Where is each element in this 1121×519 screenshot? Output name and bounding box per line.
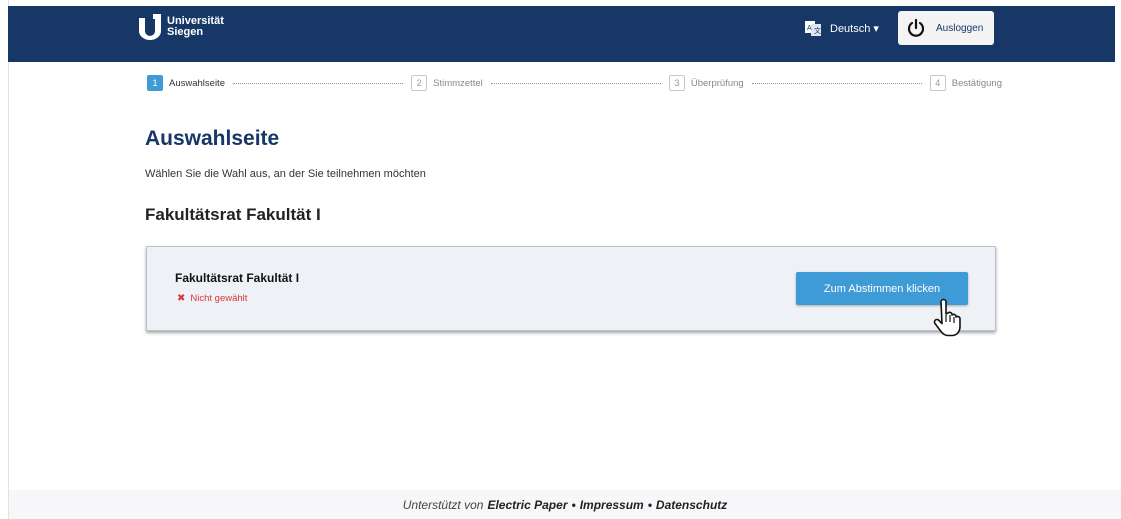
vote-status: ✖ Nicht gewählt — [177, 293, 247, 304]
footer-impressum-link[interactable]: Impressum — [580, 498, 644, 512]
hand-pointer-icon — [933, 298, 961, 337]
step-connector — [232, 82, 404, 84]
step-ueberpruefung: 3 Überprüfung — [668, 75, 744, 91]
step-number: 4 — [929, 75, 946, 91]
step-connector — [490, 82, 661, 84]
footer-separator: • — [571, 497, 576, 512]
step-label: Überprüfung — [690, 77, 744, 89]
step-label: Stimmzettel — [433, 77, 483, 89]
university-logo[interactable]: Universität Siegen — [138, 14, 224, 40]
election-card: Fakultätsrat Fakultät I ✖ Nicht gewählt … — [146, 246, 996, 331]
logout-label: Ausloggen — [936, 22, 984, 34]
power-icon — [907, 18, 925, 37]
step-label: Bestätigung — [951, 77, 1002, 89]
vote-status-label: Nicht gewählt — [190, 293, 248, 304]
progress-stepper: 1 Auswahlseite 2 Stimmzettel 3 Überprüfu… — [147, 74, 1002, 92]
footer-brand-link[interactable]: Electric Paper — [487, 498, 567, 512]
footer-separator: • — [647, 497, 652, 512]
step-label: Auswahlseite — [169, 77, 225, 89]
step-number: 1 — [147, 75, 163, 91]
svg-text:A: A — [807, 25, 812, 32]
svg-text:文: 文 — [814, 26, 821, 35]
cross-icon: ✖ — [177, 293, 186, 304]
step-number: 3 — [668, 75, 685, 91]
step-connector — [751, 82, 922, 84]
logo-icon — [138, 14, 162, 40]
step-number: 2 — [411, 75, 428, 91]
logo-line-2: Siegen — [167, 26, 204, 38]
step-bestaetigung: 4 Bestätigung — [929, 75, 1002, 91]
language-selector[interactable]: A 文 Deutsch ▾ — [804, 19, 879, 37]
logout-button[interactable]: Ausloggen — [898, 11, 994, 45]
footer-datenschutz-link[interactable]: Datenschutz — [656, 498, 727, 512]
step-auswahlseite: 1 Auswahlseite — [147, 75, 225, 91]
page-subtitle: Wählen Sie die Wahl aus, an der Sie teil… — [145, 168, 426, 180]
page-title: Auswahlseite — [145, 127, 280, 150]
footer-prefix: Unterstützt von — [402, 497, 484, 512]
step-stimmzettel: 2 Stimmzettel — [411, 75, 483, 91]
footer: Unterstützt von Electric Paper • Impress… — [9, 490, 1121, 519]
section-title: Fakultätsrat Fakultät I — [145, 205, 321, 224]
language-icon: A 文 — [805, 21, 821, 36]
language-label: Deutsch ▾ — [830, 22, 879, 35]
election-title: Fakultätsrat Fakultät I — [175, 271, 300, 285]
